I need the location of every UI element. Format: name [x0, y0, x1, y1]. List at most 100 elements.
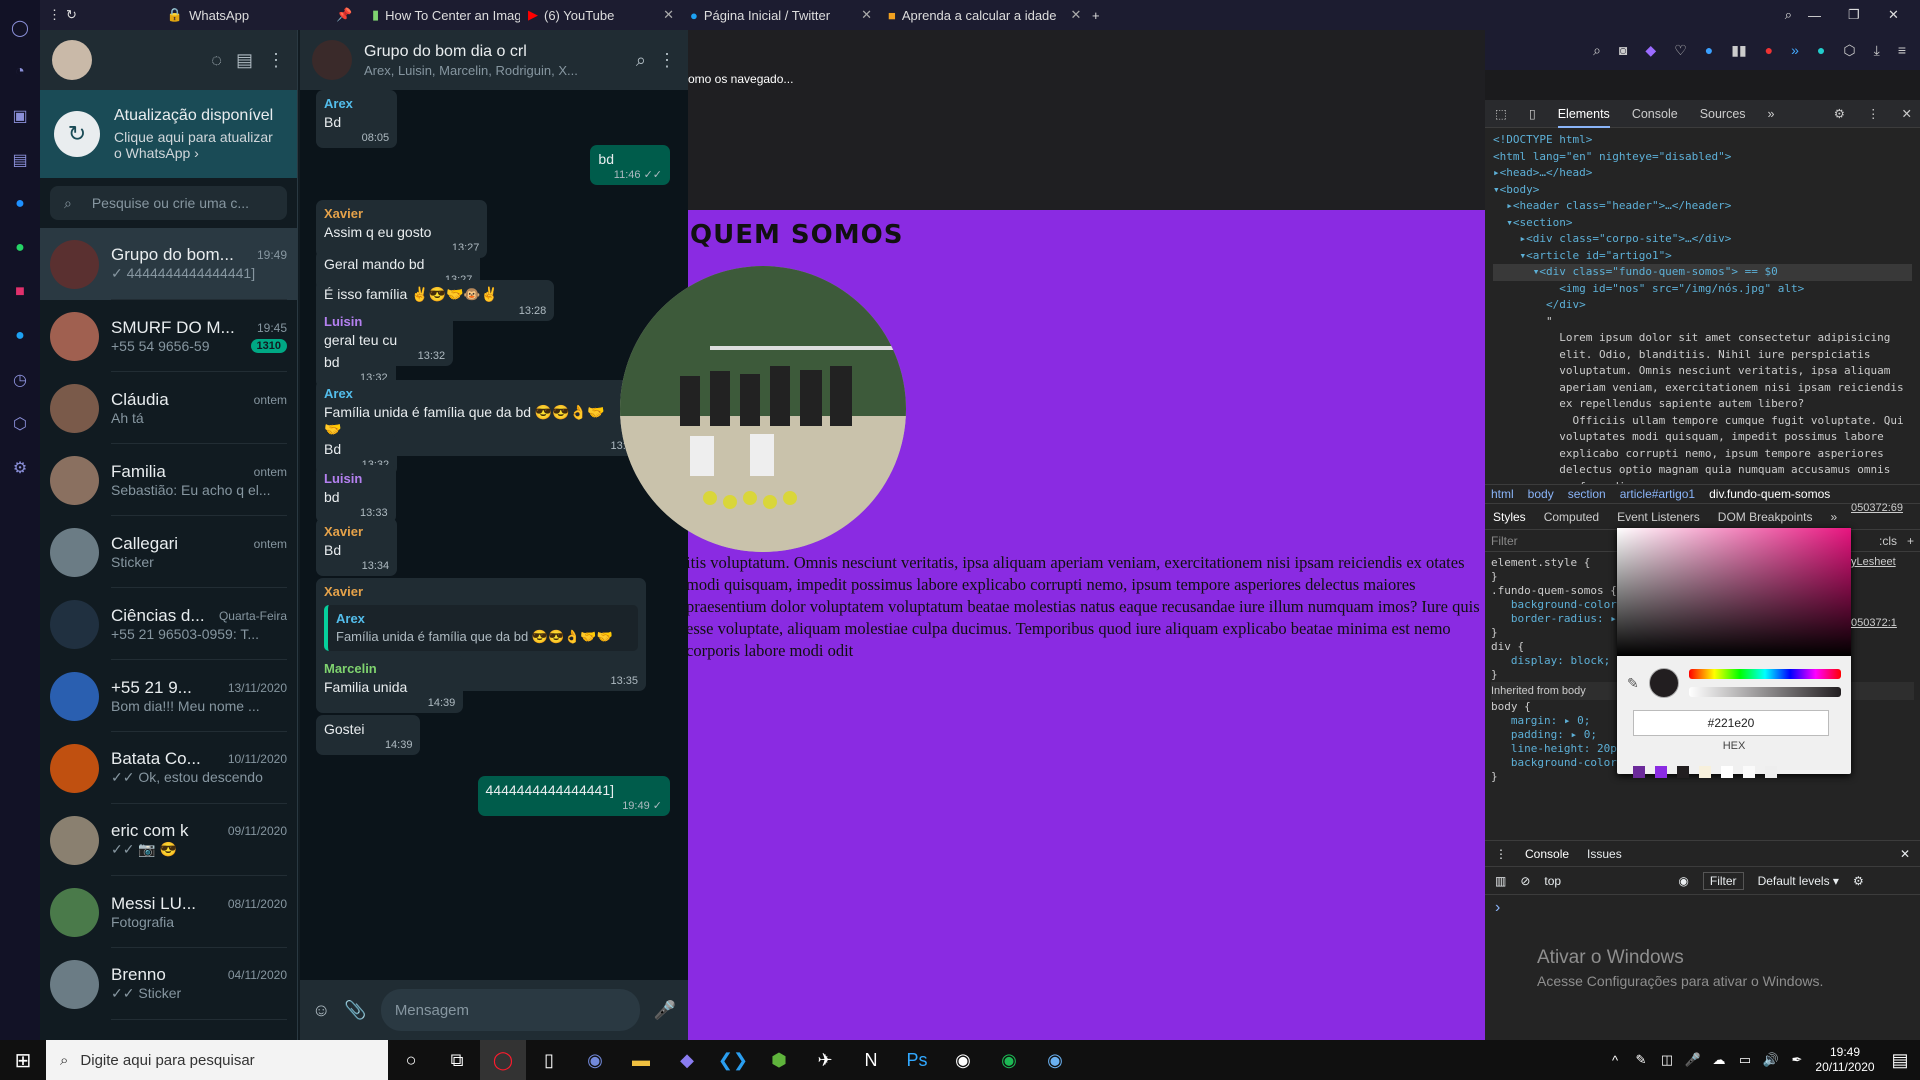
extension-icon[interactable]: ●: [1817, 42, 1825, 58]
minimize-icon[interactable]: —: [1800, 0, 1840, 30]
cube-icon[interactable]: ⬡: [0, 402, 40, 446]
new-tab-button[interactable]: +: [1084, 0, 1114, 30]
device-icon[interactable]: ▯: [1529, 106, 1536, 121]
hue-slider[interactable]: [1688, 669, 1841, 679]
gear-icon[interactable]: ⚙: [1853, 874, 1864, 888]
search-input[interactable]: ⌕ Pesquise ou crie uma c...: [50, 186, 287, 220]
opera-logo-icon[interactable]: ◯: [0, 6, 40, 50]
tab-center-image[interactable]: ▮How To Center an Image✕: [364, 0, 520, 30]
close-icon[interactable]: ✕: [1900, 847, 1920, 861]
tab-youtube[interactable]: ▶ (6) YouTube ✕: [520, 0, 682, 30]
dom-node[interactable]: voluptates modi quisquam, impedit possim…: [1493, 429, 1912, 446]
search-tabs-icon[interactable]: ⌕: [1777, 0, 1800, 30]
chat-list-item[interactable]: Batata Co... 10/11/2020 ✓✓ Ok, estou desce…: [40, 732, 297, 804]
taskbar-search[interactable]: ⌕ Digite aqui para pesquisar: [46, 1040, 388, 1080]
instagram-icon[interactable]: ■: [0, 270, 40, 314]
tray-icon[interactable]: ◫: [1654, 1040, 1680, 1080]
dom-node[interactable]: ▾<div class="fundo-quem-somos"> == $0: [1493, 264, 1912, 281]
style-source-link[interactable]: 050372:69: [1851, 502, 1903, 514]
breadcrumb-item[interactable]: body: [1528, 487, 1554, 501]
styles-tab[interactable]: Styles: [1493, 510, 1526, 524]
close-tab-icon[interactable]: ✕: [655, 7, 674, 23]
chat-list-item[interactable]: Messi LU... 08/11/2020 Fotografia: [40, 876, 297, 948]
group-avatar[interactable]: [312, 40, 352, 80]
tab-twitter[interactable]: ● Página Inicial / Twitter ✕: [682, 0, 880, 30]
chat-list-item[interactable]: +55 21 9... 13/11/2020 Bom dia!!! Meu nome…: [40, 660, 297, 732]
palette-swatch[interactable]: [1633, 766, 1645, 778]
menu-icon[interactable]: ⋮: [267, 50, 285, 71]
chat-list-item[interactable]: Cláudia ontem Ah tá: [40, 372, 297, 444]
log-levels[interactable]: Default levels ▾: [1758, 874, 1839, 888]
dom-node[interactable]: delectus optio magnam quia numquam accus…: [1493, 462, 1912, 479]
snapshot-icon[interactable]: ◙: [1619, 42, 1627, 58]
outgoing-message[interactable]: 4444444444444441] 19:49 ✓: [477, 776, 670, 816]
close-tab-icon[interactable]: ✕: [853, 7, 872, 23]
vscode-icon[interactable]: ❮❯: [710, 1040, 756, 1080]
notifications-icon[interactable]: ▤: [1880, 1040, 1920, 1080]
chat-list-item[interactable]: eric com k 09/11/2020 ✓✓ 📷 😎: [40, 804, 297, 876]
vpn-icon[interactable]: ◆: [1645, 42, 1656, 59]
cls-button[interactable]: :cls: [1879, 534, 1897, 548]
chat-list-item[interactable]: Familia ontem Sebastião: Eu acho q el...: [40, 444, 297, 516]
palette-swatch[interactable]: [1655, 766, 1667, 778]
styles-tab[interactable]: »: [1830, 510, 1837, 524]
dom-node[interactable]: <img id="nos" src="/img/nós.jpg" alt>: [1493, 281, 1912, 298]
extension-icon[interactable]: »: [1791, 42, 1799, 58]
microphone-icon[interactable]: 🎤: [1680, 1040, 1706, 1080]
style-source-link[interactable]: yLesheet: [1851, 556, 1896, 568]
node-icon[interactable]: ⬢: [756, 1040, 802, 1080]
settings-icon[interactable]: ⚙: [0, 446, 40, 490]
network-icon[interactable]: ▭: [1732, 1040, 1758, 1080]
close-window-icon[interactable]: ✕: [1880, 0, 1920, 30]
history-icon[interactable]: ◷: [0, 358, 40, 402]
pen-icon[interactable]: ✒: [1784, 1040, 1810, 1080]
game-icon[interactable]: ✈: [802, 1040, 848, 1080]
heart-icon[interactable]: ♡: [1674, 42, 1687, 59]
close-tab-icon[interactable]: ✕: [1063, 7, 1082, 23]
clear-icon[interactable]: ⊘: [1520, 874, 1530, 888]
reload-icon[interactable]: ↻: [58, 0, 88, 30]
attach-icon[interactable]: 📎: [344, 1000, 366, 1021]
color-saturation-area[interactable]: [1617, 528, 1851, 656]
console-prompt[interactable]: ›: [1485, 895, 1920, 921]
cortana-icon[interactable]: ○: [388, 1040, 434, 1080]
menu-icon[interactable]: ⋮: [658, 50, 676, 71]
dom-node[interactable]: ": [1493, 314, 1912, 331]
palette-swatch[interactable]: [1721, 766, 1733, 778]
dom-node[interactable]: ▸<head>…</head>: [1493, 165, 1912, 182]
download-icon[interactable]: ⤓: [1874, 42, 1880, 59]
windows-start-icon[interactable]: ⊞: [0, 1040, 46, 1080]
tab-console[interactable]: Console: [1632, 107, 1678, 121]
extension-icon[interactable]: ●: [1765, 42, 1773, 58]
menu-icon[interactable]: ≡: [1898, 42, 1906, 58]
dom-node[interactable]: <!DOCTYPE html>: [1493, 132, 1912, 149]
alpha-slider[interactable]: [1688, 687, 1841, 697]
chat-list-item[interactable]: Brenno 04/11/2020 ✓✓ Sticker: [40, 948, 297, 1020]
outgoing-message[interactable]: bd 11:46 ✓✓: [590, 145, 670, 185]
extension-icon[interactable]: ▮▮: [1731, 42, 1746, 59]
dom-node[interactable]: elit. Odio, blanditiis. Nihil iure persp…: [1493, 347, 1912, 364]
add-rule-icon[interactable]: +: [1907, 534, 1914, 548]
palette-swatch[interactable]: [1677, 766, 1689, 778]
breadcrumb-item[interactable]: div.fundo-quem-somos: [1709, 487, 1830, 501]
qbittorrent-icon[interactable]: ◉: [1032, 1040, 1078, 1080]
pin-icon[interactable]: 📌: [328, 0, 364, 30]
hex-input[interactable]: #221e20: [1633, 710, 1829, 736]
breadcrumb-item[interactable]: section: [1568, 487, 1606, 501]
dom-node[interactable]: <html lang="en" nighteye="disabled">: [1493, 149, 1912, 166]
dom-node[interactable]: Officiis ullam tempore cumque fugit volu…: [1493, 413, 1912, 430]
status-icon[interactable]: ◌: [211, 50, 222, 71]
tab-issues[interactable]: Issues: [1587, 847, 1622, 861]
opera-icon[interactable]: ◯: [480, 1040, 526, 1080]
style-source-link[interactable]: 050372:1: [1851, 617, 1897, 629]
extensions-icon[interactable]: ▣: [0, 94, 40, 138]
extension-icon[interactable]: ●: [1705, 42, 1713, 58]
tab-elements[interactable]: Elements: [1557, 107, 1610, 128]
eyedropper-icon[interactable]: ✎: [1627, 675, 1639, 692]
menu-icon[interactable]: ⋮: [1495, 847, 1507, 861]
microphone-icon[interactable]: 🎤: [654, 1000, 676, 1021]
incoming-message[interactable]: Xavier Bd 13:34: [316, 518, 398, 576]
avatar[interactable]: [52, 40, 92, 80]
palette-swatch[interactable]: [1743, 766, 1755, 778]
chat-list-item[interactable]: Grupo do bom... 19:49 ✓ 4444444444444441]: [40, 228, 297, 300]
